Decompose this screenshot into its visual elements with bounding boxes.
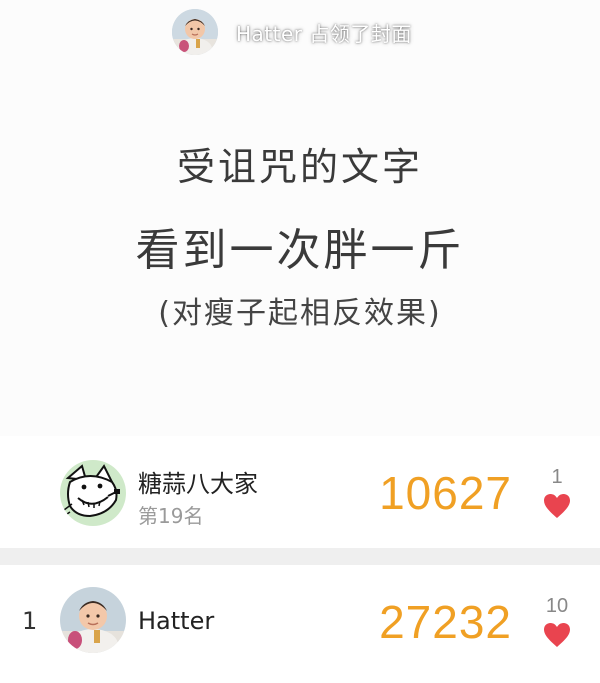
cover-text-line-3: (对瘦子起相反效果) xyxy=(158,296,442,331)
leaderboard-row[interactable]: 1 Hatter 27232 10 xyxy=(0,565,600,683)
user-score: 27232 xyxy=(379,596,512,648)
user-avatar[interactable] xyxy=(60,587,126,653)
cover-owner-banner[interactable]: Hatter 占领了封面 xyxy=(172,8,412,56)
like-count: 10 xyxy=(545,595,569,617)
cover-owner-text: Hatter 占领了封面 xyxy=(236,21,412,46)
baby-avatar-icon xyxy=(60,587,126,653)
my-like-button[interactable]: 1 xyxy=(537,466,577,519)
cover-text-line-2: 看到一次胖一斤 xyxy=(135,225,465,276)
username: Hatter xyxy=(138,607,215,635)
my-avatar[interactable] xyxy=(60,460,126,526)
my-username: 糖蒜八大家 xyxy=(138,470,258,498)
my-score: 10627 xyxy=(379,467,512,519)
like-button[interactable]: 10 xyxy=(537,595,577,648)
my-like-count: 1 xyxy=(551,466,563,488)
heart-icon xyxy=(544,494,570,518)
my-rank-row[interactable]: 糖蒜八大家 第19名 10627 1 xyxy=(0,436,600,548)
section-divider xyxy=(0,548,600,565)
heart-icon xyxy=(544,623,570,647)
cover-text-line-1: 受诅咒的文字 xyxy=(176,145,423,189)
baby-avatar-icon xyxy=(172,9,218,55)
cover-owner-avatar[interactable] xyxy=(172,9,218,55)
leaderboard-page: Hatter 占领了封面 受诅咒的文字 看到一次胖一斤 (对瘦子起相反效果) 糖… xyxy=(0,0,600,683)
rank-number: 1 xyxy=(22,607,38,635)
cartoon-dog-avatar-icon xyxy=(60,460,126,526)
cover-card[interactable]: Hatter 占领了封面 受诅咒的文字 看到一次胖一斤 (对瘦子起相反效果) xyxy=(0,0,600,436)
my-rank-label: 第19名 xyxy=(138,504,204,528)
